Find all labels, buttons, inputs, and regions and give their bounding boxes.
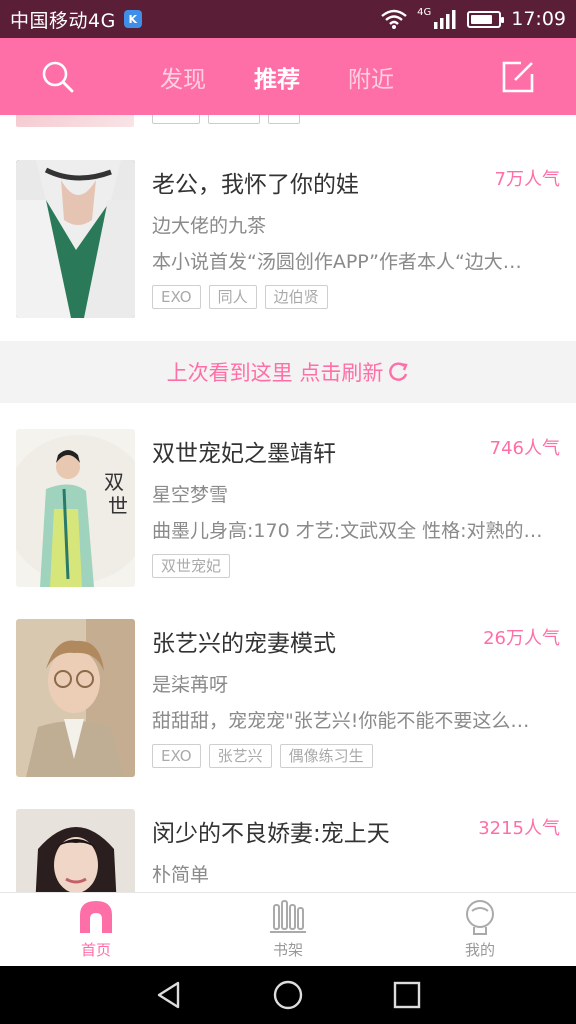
book-description: 本小说首发“汤圆创作APP”作者本人“边大… [152, 251, 522, 273]
book-description: 甜甜甜，宠宠宠"张艺兴!你能不能不要这么… [152, 710, 530, 732]
recents-square-icon [393, 981, 420, 1009]
back-button[interactable] [149, 975, 189, 1015]
write-button[interactable] [488, 47, 548, 107]
book-item[interactable]: 双 世 双世宠妃之墨靖轩 746人气 星空梦雪 曲墨儿身高:170 才艺:文武双… [0, 420, 576, 610]
search-button[interactable] [28, 47, 88, 107]
book-tags: EXO 张艺兴 偶像练习生 [152, 744, 373, 768]
book-tag[interactable]: 张艺兴 [208, 744, 272, 768]
book-tag[interactable]: EXO [152, 744, 201, 768]
svg-text:世: 世 [108, 494, 128, 518]
battery-level [471, 14, 493, 24]
bookshelf-icon [270, 900, 306, 933]
refresh-icon [389, 362, 409, 381]
carrier-label: 中国移动4G [10, 9, 116, 32]
signal-icon [434, 10, 456, 29]
header-tabs: 发现 推荐 附近 [160, 38, 394, 115]
nav-home[interactable]: 首页 [0, 893, 192, 966]
wifi-icon [381, 9, 407, 29]
network-type-label: 4G [417, 6, 432, 18]
nav-bookshelf[interactable]: 书架 [192, 893, 384, 966]
book-tag[interactable]: 偶像练习生 [279, 744, 373, 768]
battery-icon [467, 10, 505, 28]
system-nav-bar [0, 966, 576, 1024]
profile-icon [466, 900, 494, 935]
book-tag[interactable]: 同人 [208, 285, 257, 309]
book-cover[interactable] [16, 809, 135, 892]
book-popularity: 7万人气 [494, 169, 560, 190]
book-item[interactable]: 张艺兴的宠妻模式 26万人气 是柒苒呀 甜甜甜，宠宠宠"张艺兴!你能不能不要这么… [0, 610, 576, 800]
refresh-banner[interactable]: 上次看到这里 点击刷新 [0, 341, 576, 403]
book-popularity: 26万人气 [483, 628, 560, 649]
nav-bookshelf-label: 书架 [272, 941, 303, 959]
previous-tag [152, 115, 200, 124]
tab-discover[interactable]: 发现 [160, 60, 206, 94]
search-icon [42, 61, 74, 93]
cover-image-white-shirt [16, 160, 135, 318]
book-cover[interactable] [16, 160, 135, 318]
book-tag[interactable]: EXO [152, 285, 201, 309]
edit-icon [502, 61, 534, 93]
book-description: 曲墨儿身高:170 才艺:文武双全 性格:对熟的… [152, 520, 543, 542]
status-bar: 中国移动4G K 4G 17:09 [0, 0, 576, 38]
book-author[interactable]: 星空梦雪 [152, 480, 228, 507]
book-title[interactable]: 张艺兴的宠妻模式 [152, 624, 336, 658]
book-title[interactable]: 闵少的不良娇妻:宠上天 [152, 814, 390, 848]
book-popularity: 3215人气 [478, 818, 560, 839]
cover-image-costume-drama: 双 世 [16, 429, 135, 587]
tab-recommend[interactable]: 推荐 [254, 60, 300, 94]
book-author[interactable]: 是柒苒呀 [152, 670, 228, 697]
book-title[interactable]: 老公，我怀了你的娃 [152, 165, 359, 199]
clock: 17:09 [511, 8, 566, 30]
book-item[interactable]: 闵少的不良娇妻:宠上天 3215人气 朴简单 [0, 800, 576, 892]
previous-cover [16, 115, 134, 127]
top-header: 发现 推荐 附近 [0, 38, 576, 115]
nav-home-label: 首页 [80, 941, 111, 959]
book-cover[interactable] [16, 619, 135, 777]
book-feed[interactable]: 老公，我怀了你的娃 7万人气 边大佬的九茶 本小说首发“汤圆创作APP”作者本人… [0, 115, 576, 892]
book-popularity: 746人气 [489, 438, 560, 459]
nav-profile[interactable]: 我的 [384, 893, 576, 966]
refresh-banner-label: 上次看到这里 点击刷新 [166, 361, 384, 385]
tab-nearby[interactable]: 附近 [348, 60, 394, 94]
svg-text:双: 双 [104, 470, 124, 494]
bottom-nav: 首页 书架 我的 [0, 892, 576, 966]
cover-image-portrait-girl [16, 809, 135, 892]
book-cover[interactable]: 双 世 [16, 429, 135, 587]
home-system-button[interactable] [268, 975, 308, 1015]
book-tags: 双世宠妃 [152, 554, 231, 578]
status-right: 4G 17:09 [381, 6, 566, 30]
book-author[interactable]: 朴简单 [152, 860, 209, 887]
previous-item-peek [0, 115, 576, 128]
previous-tag [208, 115, 260, 124]
nav-profile-label: 我的 [464, 941, 495, 959]
book-item[interactable]: 老公，我怀了你的娃 7万人气 边大佬的九茶 本小说首发“汤圆创作APP”作者本人… [0, 151, 576, 341]
previous-tag [268, 115, 300, 124]
book-author[interactable]: 边大佬的九茶 [152, 211, 266, 238]
cover-image-portrait-glasses [16, 619, 135, 777]
app-badge-icon: K [123, 10, 142, 28]
book-tag[interactable]: 双世宠妃 [152, 554, 231, 578]
book-tags: EXO 同人 边伯贤 [152, 285, 328, 309]
home-circle-icon [273, 980, 303, 1010]
book-tag[interactable]: 边伯贤 [264, 285, 328, 309]
book-title[interactable]: 双世宠妃之墨靖轩 [152, 434, 336, 468]
home-icon [80, 901, 112, 933]
recents-button[interactable] [387, 975, 427, 1015]
back-triangle-icon [158, 981, 180, 1009]
